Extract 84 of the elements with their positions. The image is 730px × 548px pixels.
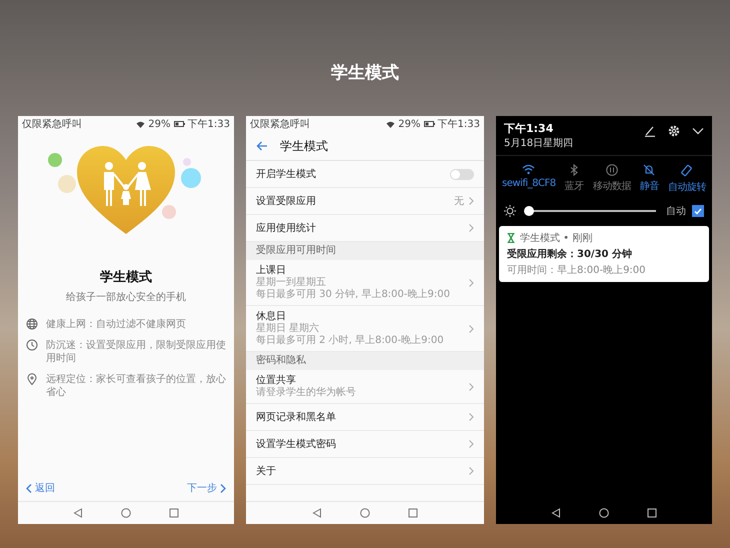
carrier-text: 仅限紧急呼叫 xyxy=(22,118,82,131)
notification-title: 受限应用剩余：30/30 分钟 xyxy=(507,247,633,261)
header-title: 学生模式 xyxy=(280,138,328,154)
row-description: 请登录学生的华为帐号 xyxy=(256,387,356,399)
auto-brightness-label: 自动 xyxy=(666,205,686,218)
wifi-icon xyxy=(136,120,146,128)
row-description: 星期日 星期六 xyxy=(256,323,320,335)
battery-icon xyxy=(174,121,185,127)
chevron-right-icon xyxy=(469,382,474,390)
section-header: 受限应用可用时间 xyxy=(246,242,484,260)
row-description: 星期一到星期五 xyxy=(256,277,327,289)
chevron-down-icon[interactable] xyxy=(692,127,704,135)
row-label: 设置学生模式密码 xyxy=(256,438,336,450)
back-arrow-icon[interactable] xyxy=(256,141,268,151)
back-icon[interactable] xyxy=(551,508,561,518)
settings-row[interactable]: 设置学生模式密码 xyxy=(246,431,484,458)
shade-time: 下午1:34 xyxy=(504,121,554,136)
toggle-switch[interactable] xyxy=(450,168,474,180)
row-label: 休息日 xyxy=(256,310,287,322)
notification-text: 可用时间：早上8:00-晚上9:00 xyxy=(507,264,647,277)
chevron-right-icon xyxy=(469,224,474,232)
status-time: 下午1:33 xyxy=(188,118,230,131)
chevron-right-icon xyxy=(469,467,474,475)
auto-brightness-checkbox[interactable] xyxy=(692,205,704,217)
screen-subtitle: 给孩子一部放心安全的手机 xyxy=(66,290,186,304)
battery-icon xyxy=(424,121,435,127)
chevron-right-icon xyxy=(469,278,474,286)
quick-setting-tile[interactable]: 蓝牙 xyxy=(559,164,590,194)
mobile-data-icon xyxy=(606,164,618,176)
settings-row[interactable]: 上课日 星期一到星期五 每日最多可用 30 分钟, 早上8:00-晚上9:00 xyxy=(246,260,484,306)
location-pin-icon xyxy=(26,373,38,385)
row-description: 每日最多可用 30 分钟, 早上8:00-晚上9:00 xyxy=(256,289,450,301)
chevron-left-icon xyxy=(26,484,32,492)
chevron-right-icon xyxy=(469,197,474,205)
back-link[interactable]: 返回 xyxy=(26,481,55,495)
muted-bell-icon xyxy=(643,164,656,176)
chevron-right-icon xyxy=(469,440,474,448)
row-label: 上课日 xyxy=(256,264,287,276)
carrier-text: 仅限紧急呼叫 xyxy=(250,118,310,131)
notification-card[interactable]: 学生模式 • 刚刚 受限应用剩余：30/30 分钟 可用时间：早上8:00-晚上9:00 xyxy=(499,226,709,282)
wifi-icon xyxy=(522,164,536,175)
row-label: 开启学生模式 xyxy=(256,168,316,180)
wifi-icon xyxy=(386,120,396,128)
home-icon[interactable] xyxy=(599,508,609,518)
bluetooth-icon xyxy=(570,164,578,176)
feature-text: 远程定位：家长可查看孩子的位置，放心省心 xyxy=(46,373,226,399)
page-title: 学生模式 xyxy=(331,62,399,85)
screen-title: 学生模式 xyxy=(100,269,152,286)
quick-setting-tile[interactable]: 自动旋转 xyxy=(668,164,706,194)
settings-row[interactable]: 设置受限应用 无 xyxy=(246,188,484,215)
battery-percent: 29% xyxy=(148,118,171,130)
row-description: 每日最多可用 2 小时, 早上8:00-晚上9:00 xyxy=(256,335,444,347)
section-header: 密码和隐私 xyxy=(246,352,484,370)
status-time: 下午1:33 xyxy=(438,118,480,131)
settings-icon[interactable] xyxy=(668,125,680,137)
row-label: 应用使用统计 xyxy=(256,222,316,234)
quick-setting-tile[interactable]: sewifi_8CF8 xyxy=(502,164,556,194)
shade-date: 5月18日星期四 xyxy=(504,136,574,150)
feature-text: 防沉迷：设置受限应用，限制受限应用使用时间 xyxy=(46,339,226,365)
chevron-right-icon xyxy=(469,324,474,332)
row-label: 位置共享 xyxy=(256,374,297,386)
battery-percent: 29% xyxy=(398,118,421,130)
rotate-icon xyxy=(680,164,694,177)
row-label: 关于 xyxy=(256,464,276,478)
brightness-icon xyxy=(504,205,516,217)
quick-setting-tile[interactable]: 移动数据 xyxy=(592,164,631,194)
chevron-right-icon xyxy=(220,484,226,492)
settings-row[interactable]: 关于 xyxy=(246,458,484,485)
globe-icon xyxy=(26,318,38,330)
recents-icon[interactable] xyxy=(647,508,657,518)
chevron-right-icon xyxy=(469,413,474,421)
next-link[interactable]: 下一步 xyxy=(187,481,226,495)
settings-row[interactable]: 开启学生模式 xyxy=(246,161,484,188)
row-label: 网页记录和黑名单 xyxy=(256,410,336,424)
settings-row[interactable]: 位置共享 请登录学生的华为帐号 xyxy=(246,370,484,404)
settings-row[interactable]: 网页记录和黑名单 xyxy=(246,404,484,431)
hourglass-icon xyxy=(507,233,515,243)
feature-text: 健康上网：自动过滤不健康网页 xyxy=(46,318,186,331)
row-label: 设置受限应用 xyxy=(256,194,316,208)
row-value: 无 xyxy=(454,195,464,208)
clock-icon xyxy=(26,339,38,351)
edit-icon[interactable] xyxy=(644,125,656,137)
quick-setting-tile[interactable]: 静音 xyxy=(634,164,664,194)
notification-source: 学生模式 • 刚刚 xyxy=(520,232,592,245)
